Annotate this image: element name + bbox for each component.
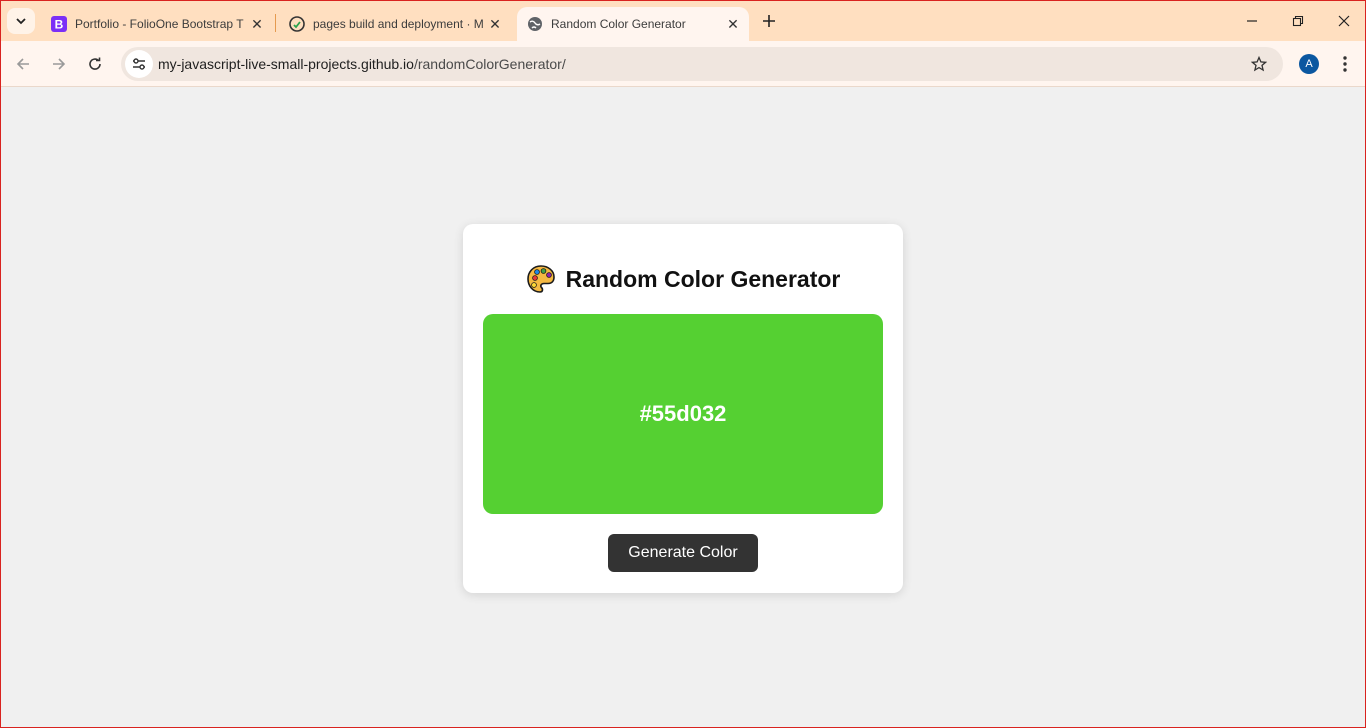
chevron-down-icon xyxy=(16,18,26,25)
tab-portfolio[interactable]: B Portfolio - FolioOne Bootstrap T ✕ xyxy=(41,7,273,41)
minimize-icon xyxy=(1247,20,1257,22)
url-path: /randomColorGenerator/ xyxy=(413,56,566,72)
tab-separator xyxy=(275,14,276,32)
generator-card: Random Color Generator #55d032 Generate … xyxy=(463,224,903,593)
new-tab-button[interactable] xyxy=(757,9,781,33)
bookmark-button[interactable] xyxy=(1249,54,1269,74)
close-icon[interactable]: ✕ xyxy=(723,14,743,34)
tab-search-button[interactable] xyxy=(7,8,35,34)
restore-button[interactable] xyxy=(1275,7,1321,35)
star-icon xyxy=(1251,56,1267,72)
tab-github-actions[interactable]: pages build and deployment · M ✕ xyxy=(279,7,511,41)
svg-text:B: B xyxy=(55,18,64,32)
reload-button[interactable] xyxy=(81,50,109,78)
close-icon[interactable]: ✕ xyxy=(247,14,267,34)
back-button[interactable] xyxy=(9,50,37,78)
tab-title: pages build and deployment · M xyxy=(313,17,484,31)
browser-menu-button[interactable] xyxy=(1335,52,1355,76)
tab-strip: B Portfolio - FolioOne Bootstrap T ✕ pag… xyxy=(1,1,1365,41)
minimize-button[interactable] xyxy=(1229,7,1275,35)
github-icon xyxy=(289,16,305,32)
window-close-button[interactable] xyxy=(1321,7,1366,35)
reload-icon xyxy=(89,57,101,70)
profile-avatar[interactable]: A xyxy=(1299,54,1319,74)
close-icon xyxy=(1338,15,1350,27)
tab-title: Random Color Generator xyxy=(551,17,686,31)
arrow-left-icon xyxy=(16,58,29,70)
tune-icon xyxy=(133,58,145,70)
close-icon[interactable]: ✕ xyxy=(485,14,505,34)
title-text: Random Color Generator xyxy=(565,265,841,292)
restore-icon xyxy=(1292,15,1304,27)
address-bar[interactable]: my-javascript-live-small-projects.github… xyxy=(121,47,1283,81)
browser-toolbar: my-javascript-live-small-projects.github… xyxy=(1,41,1365,87)
url-domain: my-javascript-live-small-projects.github… xyxy=(158,56,414,72)
color-swatch: #55d032 xyxy=(483,314,883,514)
more-vert-icon xyxy=(1343,56,1347,72)
arrow-right-icon xyxy=(53,58,66,70)
url-text[interactable]: my-javascript-live-small-projects.github… xyxy=(158,56,566,72)
color-hex-label: #55d032 xyxy=(639,401,727,426)
palette-icon xyxy=(526,265,555,293)
plus-icon xyxy=(763,15,775,27)
generate-color-button[interactable]: Generate Color xyxy=(608,534,758,572)
page-title: Random Color Generator xyxy=(463,264,903,294)
page-viewport: Random Color Generator #55d032 Generate … xyxy=(1,88,1365,727)
globe-icon xyxy=(527,16,543,32)
forward-button[interactable] xyxy=(45,50,73,78)
tab-random-color-generator[interactable]: Random Color Generator ✕ xyxy=(517,7,749,41)
site-info-button[interactable] xyxy=(125,50,153,78)
bootstrap-icon: B xyxy=(51,16,67,32)
tab-title: Portfolio - FolioOne Bootstrap T xyxy=(75,17,244,31)
